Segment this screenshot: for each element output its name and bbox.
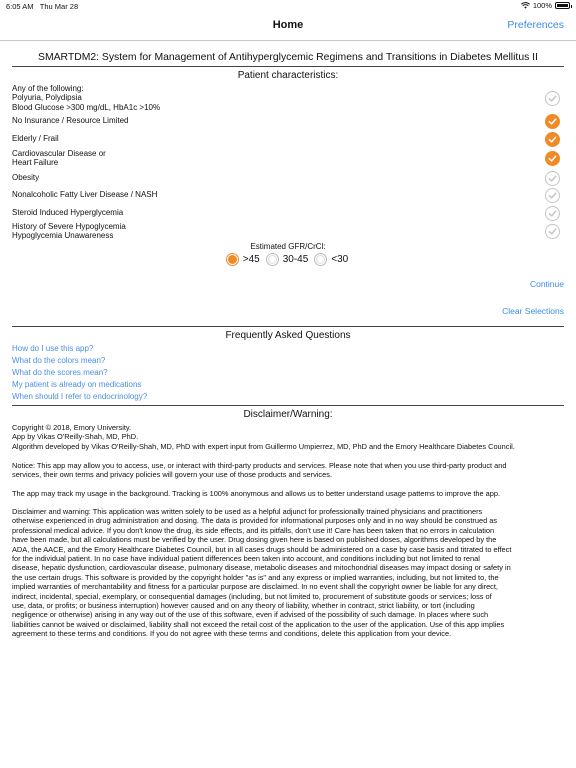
faq-section-title: Frequently Asked Questions (225, 330, 351, 341)
disclaimer-line: Copyright © 2018, Emory University. (12, 423, 132, 432)
checkmark-unchecked-icon[interactable] (545, 205, 560, 221)
disclaimer-warning-text: Disclaimer and warning: This application… (12, 507, 564, 639)
disclaimer-line: negligence or otherwise) arising in any … (12, 610, 489, 620)
gfr-radio-group: >45 30-45 <30 (0, 253, 576, 266)
disclaimer-line: disease, hepatic dysfunction, cardiovasc… (12, 563, 511, 573)
characteristic-row[interactable]: Obesity (12, 170, 564, 186)
disclaimer-line: services, their own terms and privacy po… (12, 470, 332, 480)
disclaimer-line: the use certain drugs. This software is … (12, 572, 499, 582)
section-divider (12, 405, 564, 406)
checkmark-checked-icon[interactable] (545, 150, 560, 166)
navigation-bar: Home Preferences (0, 12, 576, 40)
faq-link[interactable]: How do I use this app? (12, 344, 93, 353)
battery-icon (555, 2, 572, 9)
characteristic-label: Any of the following: Polyuria, Polydips… (12, 83, 161, 112)
continue-button[interactable]: Continue (530, 279, 564, 289)
disclaimer-section-title: Disclaimer/Warning: (243, 409, 333, 420)
gfr-option-label[interactable]: 30-45 (283, 254, 309, 265)
checkmark-unchecked-icon[interactable] (545, 170, 560, 186)
wifi-icon (520, 2, 530, 9)
characteristic-label: History of Severe Hypoglycemia Hypoglyce… (12, 221, 126, 241)
characteristic-row[interactable]: Nonalcoholic Fatty Liver Disease / NASH (12, 187, 564, 203)
disclaimer-line: App by Vikas O'Reilly-Shah, MD, PhD. (12, 432, 139, 442)
section-divider (12, 326, 564, 327)
gfr-option-label[interactable]: >45 (243, 254, 260, 265)
characteristic-label: Elderly / Frail (12, 134, 59, 144)
gfr-radio-0[interactable] (225, 253, 239, 266)
clear-selections-button[interactable]: Clear Selections (502, 306, 564, 316)
notice-text: Notice: This app may allow you to access… (12, 461, 564, 480)
characteristic-label: Cardiovascular Disease or Heart Failure (12, 148, 106, 168)
characteristic-row[interactable]: Elderly / Frail (12, 131, 564, 147)
battery-percent: 100% (532, 1, 552, 10)
faq-link[interactable]: What do the colors mean? (12, 356, 105, 365)
gfr-option-label[interactable]: <30 (331, 254, 348, 265)
disclaimer-line: Notice: This app may allow you to access… (12, 461, 507, 470)
disclaimer-line: agreement to these terms and conditions.… (12, 629, 452, 639)
page-title: Home (272, 19, 304, 31)
disclaimer-line: professional medical advice. If you don'… (12, 525, 495, 535)
characteristic-label: Obesity (12, 173, 40, 183)
disclaimer-line: have been made, but all calculations mus… (12, 535, 497, 545)
characteristic-label: Nonalcoholic Fatty Liver Disease / NASH (12, 190, 158, 200)
characteristic-row[interactable]: Cardiovascular Disease or Heart Failure (12, 148, 564, 168)
characteristic-row[interactable]: Steroid Induced Hyperglycemia (12, 205, 564, 221)
gfr-label: Estimated GFR/CrCl: (250, 242, 326, 251)
checkmark-unchecked-icon[interactable] (545, 90, 560, 106)
disclaimer-line: implied warranties of merchantability an… (12, 582, 498, 592)
patient-section-title: Patient characteristics: (237, 70, 339, 81)
disclaimer-line: Disclaimer and warning: This application… (12, 507, 483, 516)
characteristic-row[interactable]: History of Severe Hypoglycemia Hypoglyce… (12, 221, 564, 241)
disclaimer-line: use, data, or profits; or business inter… (12, 601, 475, 611)
faq-link[interactable]: My patient is already on medications (12, 380, 141, 389)
tracking-text: The app may track my usage in the backgr… (12, 489, 564, 498)
app-title: SMARTDM2: System for Management of Antih… (38, 52, 538, 63)
disclaimer-line: for the individual patient. In no case h… (12, 554, 480, 564)
status-bar: 6:05 AM Thu Mar 28 100% (0, 0, 576, 12)
preferences-button[interactable]: Preferences (507, 19, 564, 31)
copyright-text: Copyright © 2018, Emory University. App b… (12, 423, 564, 451)
characteristic-row[interactable]: No Insurance / Resource Limited (12, 113, 564, 129)
status-right: 100% (520, 1, 572, 10)
status-time: 6:05 AM Thu Mar 28 (6, 2, 79, 11)
nav-divider (0, 40, 576, 41)
gfr-radio-2[interactable] (314, 253, 328, 266)
disclaimer-line: indirect, incidental, special, exemplary… (12, 591, 492, 601)
disclaimer-line: otherwise experienced in drug administra… (12, 516, 498, 526)
checkmark-unchecked-icon[interactable] (545, 187, 560, 203)
disclaimer-line: Algorithm developed by Vikas O'Reilly-Sh… (12, 441, 515, 451)
characteristic-row[interactable]: Any of the following: Polyuria, Polydips… (12, 84, 564, 112)
disclaimer-line: liabilities cannot be waived or disclaim… (12, 619, 505, 629)
checkmark-checked-icon[interactable] (545, 113, 560, 129)
gfr-radio-1[interactable] (265, 253, 279, 266)
disclaimer-line: The app may track my usage in the backgr… (12, 489, 501, 498)
faq-link[interactable]: What do the scores mean? (12, 368, 108, 377)
section-divider (12, 66, 564, 67)
faq-link[interactable]: When should I refer to endocrinology? (12, 392, 147, 401)
checkmark-checked-icon[interactable] (545, 131, 560, 147)
checkmark-unchecked-icon[interactable] (545, 223, 560, 239)
characteristic-label: No Insurance / Resource Limited (12, 116, 129, 126)
characteristic-label: Steroid Induced Hyperglycemia (12, 208, 124, 218)
disclaimer-line: ADA, the AACE, and the Emory Healthcare … (12, 544, 512, 554)
